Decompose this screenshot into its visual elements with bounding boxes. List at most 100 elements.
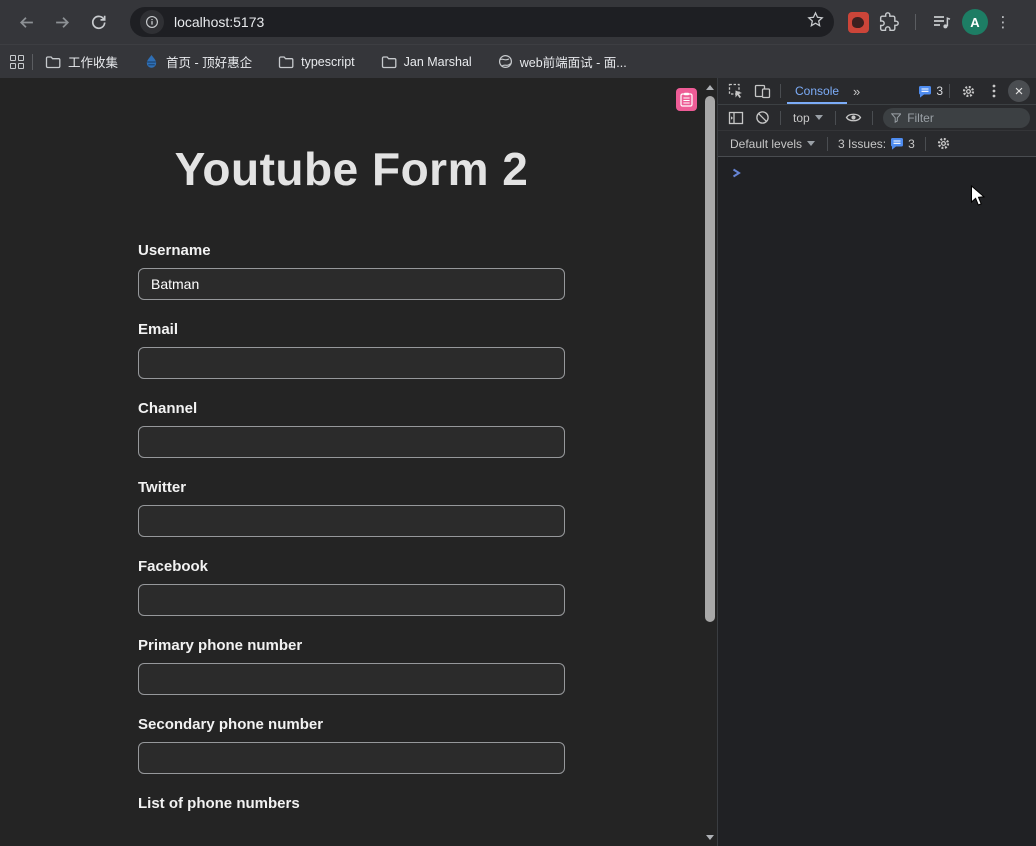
console-output[interactable] — [718, 157, 1036, 846]
primary-phone-input[interactable] — [138, 663, 565, 695]
form-field-phone-list: List of phone numbers — [138, 795, 565, 812]
toolbar-actions: A ⋮ — [848, 8, 1012, 36]
devtools-tab-bar: Console » 3 × — [718, 78, 1036, 105]
bookmark-homepage[interactable]: 首页 - 顶好惠企 — [144, 52, 252, 71]
page-title: Youtube Form 2 — [138, 142, 565, 196]
issues-label: 3 Issues: — [838, 137, 886, 151]
scroll-up-button[interactable] — [703, 80, 717, 94]
bookmark-web-interview[interactable]: web前端面试 - 面... — [498, 52, 627, 71]
bookmark-label: typescript — [301, 55, 355, 69]
devtools-close-button[interactable]: × — [1008, 80, 1030, 102]
tab-console[interactable]: Console — [787, 78, 847, 104]
puzzle-icon — [879, 12, 899, 32]
star-icon — [807, 11, 824, 28]
device-toolbar-button[interactable] — [750, 81, 774, 101]
field-label: Username — [138, 242, 565, 259]
browser-toolbar: localhost:5173 A ⋮ — [0, 0, 1036, 44]
clipboard-icon — [680, 92, 693, 107]
form-field-channel: Channel — [138, 400, 565, 458]
console-filter[interactable] — [883, 108, 1030, 128]
bookmarks-bar: 工作收集 首页 - 顶好惠企 typescript Jan Marshal we… — [0, 44, 1036, 78]
media-controls-button[interactable] — [928, 8, 956, 36]
triangle-up-icon — [706, 85, 714, 90]
bookmark-folder-work[interactable]: 工作收集 — [45, 52, 118, 71]
apps-grid-icon[interactable] — [10, 55, 24, 69]
secondary-phone-input[interactable] — [138, 742, 565, 774]
email-input[interactable] — [138, 347, 565, 379]
scroll-down-button[interactable] — [703, 830, 717, 844]
console-prompt[interactable] — [732, 165, 741, 183]
field-label: Secondary phone number — [138, 716, 565, 733]
message-bubble-icon — [918, 85, 932, 98]
bookmark-folder-jan-marshal[interactable]: Jan Marshal — [381, 55, 472, 69]
folder-icon — [45, 55, 61, 69]
console-sidebar-button[interactable] — [724, 108, 748, 128]
clear-console-button[interactable] — [750, 108, 774, 128]
info-icon — [145, 15, 159, 29]
live-expression-button[interactable] — [842, 108, 866, 128]
reload-button[interactable] — [84, 8, 112, 36]
extensions-button[interactable] — [875, 8, 903, 36]
page-scrollbar[interactable] — [703, 78, 717, 846]
console-toolbar: top — [718, 105, 1036, 131]
field-label: Primary phone number — [138, 637, 565, 654]
devtools-divider — [827, 137, 828, 151]
web-page: Youtube Form 2 Username Email Channel Tw… — [0, 78, 703, 846]
devtools-panel: Console » 3 × — [717, 78, 1036, 846]
devtools-settings-button[interactable] — [956, 81, 980, 101]
prompt-chevron-icon — [732, 168, 741, 178]
inspect-element-button[interactable] — [724, 81, 748, 101]
log-levels-selector[interactable]: Default levels — [724, 137, 821, 151]
toolbar-divider — [915, 14, 916, 30]
filter-input[interactable] — [907, 111, 1022, 125]
channel-input[interactable] — [138, 426, 565, 458]
form-extension-badge[interactable] — [676, 88, 697, 111]
folder-icon — [381, 55, 397, 69]
bookmark-folder-typescript[interactable]: typescript — [278, 55, 355, 69]
field-label: Twitter — [138, 479, 565, 496]
form-field-email: Email — [138, 321, 565, 379]
bookmark-star-button[interactable] — [807, 11, 824, 33]
profile-avatar[interactable]: A — [962, 9, 988, 35]
devtools-menu-button[interactable] — [982, 81, 1006, 101]
username-input[interactable] — [138, 268, 565, 300]
back-button[interactable] — [12, 8, 40, 36]
eye-icon — [845, 111, 862, 124]
field-label: List of phone numbers — [138, 795, 565, 812]
context-selector[interactable]: top — [787, 111, 829, 125]
devtools-divider — [949, 84, 950, 98]
field-label: Channel — [138, 400, 565, 417]
extension-red-icon[interactable] — [848, 12, 869, 33]
devtools-divider — [780, 84, 781, 98]
scrollbar-thumb[interactable] — [705, 96, 715, 622]
filter-funnel-icon — [891, 112, 902, 124]
more-tabs-button[interactable]: » — [849, 84, 864, 99]
bookmark-label: web前端面试 - 面... — [520, 52, 627, 71]
devtools-divider — [780, 111, 781, 125]
messages-count: 3 — [936, 84, 943, 98]
forward-button[interactable] — [48, 8, 76, 36]
chevron-down-icon — [807, 141, 815, 146]
form-field-twitter: Twitter — [138, 479, 565, 537]
gear-icon — [961, 84, 976, 99]
form-field-facebook: Facebook — [138, 558, 565, 616]
field-label: Email — [138, 321, 565, 338]
levels-label: Default levels — [730, 137, 802, 151]
content-area: Youtube Form 2 Username Email Channel Tw… — [0, 78, 1036, 846]
browser-window: localhost:5173 A ⋮ 工作收集 首页 — [0, 0, 1036, 846]
issues-indicator[interactable]: 3 Issues: 3 — [834, 137, 919, 151]
facebook-input[interactable] — [138, 584, 565, 616]
gear-icon — [936, 136, 951, 151]
form-field-secondary-phone: Secondary phone number — [138, 716, 565, 774]
twitter-input[interactable] — [138, 505, 565, 537]
devtools-divider — [835, 111, 836, 125]
url-text[interactable]: localhost:5173 — [174, 14, 807, 30]
form-field-username: Username — [138, 242, 565, 300]
address-bar[interactable]: localhost:5173 — [130, 7, 834, 37]
console-messages-indicator[interactable]: 3 — [918, 84, 943, 98]
console-settings-button[interactable] — [932, 134, 956, 154]
issues-count: 3 — [908, 137, 915, 151]
site-info-button[interactable] — [140, 10, 164, 34]
browser-menu-button[interactable]: ⋮ — [994, 13, 1012, 31]
field-label: Facebook — [138, 558, 565, 575]
